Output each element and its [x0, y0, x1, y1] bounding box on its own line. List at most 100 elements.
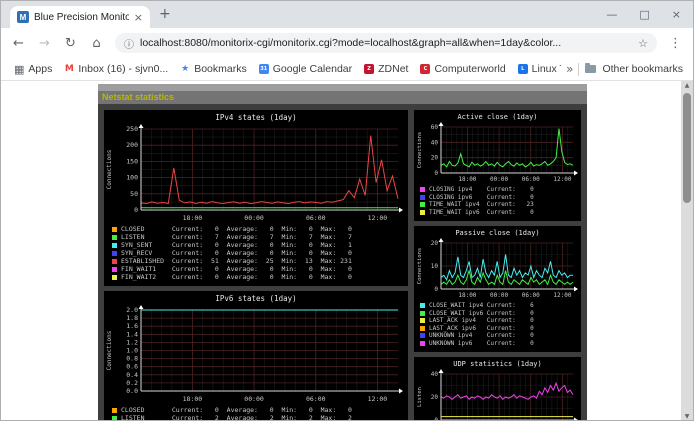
window-close-button[interactable]: ×	[672, 8, 681, 21]
legend-text: FIN_WAIT2 Current: 0 Average: 0 Min: 0 M…	[121, 273, 352, 281]
bookmark-star-icon[interactable]: ☆	[638, 37, 648, 50]
legend-color-swatch	[420, 311, 425, 316]
charts-grid: IPv4 states (1day)05010015020025018:0000…	[98, 104, 587, 421]
legend-text: CLOSING ipv4 Current: 0	[429, 186, 534, 193]
browser-menu-icon[interactable]: ⋮	[668, 36, 683, 51]
chart-panel-passive-close: Passive close (1day)0102018:0000:0006:00…	[414, 226, 581, 352]
legend-color-swatch	[420, 326, 425, 331]
bookmarks-overflow-chevron[interactable]: »	[563, 62, 576, 76]
legend-text: CLOSED Current: 0 Average: 0 Min: 0 Max:…	[121, 225, 352, 233]
bookmark-label: Computerworld	[434, 63, 505, 75]
legend-text: TIME_WAIT ipv4 Current: 23	[429, 201, 534, 208]
svg-text:12:00: 12:00	[368, 395, 388, 403]
bookmark-item[interactable]: ZZDNet	[359, 63, 413, 75]
legend-row: LISTEN Current: 2 Average: 2 Min: 2 Max:…	[112, 414, 408, 421]
bookmark-label: Linux Today	[532, 63, 561, 75]
bookmark-favicon-icon: 31	[259, 64, 269, 74]
svg-text:40: 40	[431, 139, 439, 146]
svg-text:0: 0	[134, 206, 138, 214]
folder-icon	[585, 65, 596, 73]
section-title: Netstat statistics	[102, 92, 174, 102]
chart-title-ipv6-states: IPv6 states (1day)	[104, 291, 408, 304]
svg-text:00:00: 00:00	[490, 176, 508, 183]
apps-label: Apps	[28, 63, 52, 75]
tab-title: Blue Precision Monitorix	[34, 12, 129, 23]
legend-color-swatch	[420, 341, 425, 346]
svg-text:0.0: 0.0	[126, 387, 138, 395]
scrollbar-thumb[interactable]	[683, 93, 691, 203]
svg-text:0.2: 0.2	[126, 379, 138, 387]
reload-button[interactable]: ↻	[63, 36, 78, 51]
home-button[interactable]: ⌂	[89, 36, 104, 51]
legend-row: CLOSE_WAIT ipv4 Current: 6	[420, 302, 581, 310]
bookmark-item[interactable]: ★Bookmarks	[175, 63, 252, 75]
chart-panel-ipv6-states: IPv6 states (1day)0.00.20.40.60.81.01.21…	[104, 291, 408, 421]
bookmark-favicon-icon: ★	[180, 64, 190, 74]
svg-text:18:00: 18:00	[183, 395, 203, 403]
udp-statistics-graph[interactable]: 0204018:0000:0006:0012:00Listen	[414, 369, 581, 421]
legend-row: UNKNOWN ipv4 Current: 0	[420, 332, 581, 340]
svg-text:2.0: 2.0	[126, 306, 138, 314]
legend-text: CLOSE_WAIT ipv6 Current: 0	[429, 310, 534, 317]
forward-button[interactable]: →	[37, 36, 52, 51]
svg-text:200: 200	[126, 141, 138, 149]
window-minimize-button[interactable]: —	[606, 8, 617, 21]
legend-text: SYN_SENT Current: 0 Average: 0 Min: 0 Ma…	[121, 241, 352, 249]
browser-tab[interactable]: M Blue Precision Monitorix ×	[10, 6, 150, 28]
legend-color-swatch	[112, 251, 117, 256]
svg-text:Connections: Connections	[417, 248, 423, 284]
svg-text:1.0: 1.0	[126, 347, 138, 355]
page-viewport: Netstat statistics IPv4 states (1day)050…	[1, 81, 693, 421]
url-text[interactable]: localhost:8080/monitorix-cgi/monitorix.c…	[140, 37, 632, 49]
passive-close-legend: CLOSE_WAIT ipv4 Current: 6CLOSE_WAIT ipv…	[414, 300, 581, 352]
legend-color-swatch	[112, 227, 117, 232]
legend-row: UNKNOWN ipv6 Current: 0	[420, 340, 581, 348]
bookmark-item[interactable]: LLinux Today	[513, 63, 561, 75]
passive-close-graph[interactable]: 0102018:0000:0006:0012:00Connections	[414, 238, 581, 300]
back-button[interactable]: ←	[11, 36, 26, 51]
bookmark-item[interactable]: MInbox (16) - sjvn0...	[59, 63, 173, 75]
tab-strip: M Blue Precision Monitorix × + — □ ×	[1, 1, 693, 28]
bookmark-favicon-icon: Z	[364, 64, 374, 74]
legend-color-swatch	[112, 275, 117, 280]
scroll-up-arrow[interactable]: ▲	[685, 81, 690, 91]
bookmark-item[interactable]: CComputerworld	[415, 63, 510, 75]
svg-text:60: 60	[431, 124, 439, 131]
legend-row: CLOSE_WAIT ipv6 Current: 0	[420, 310, 581, 318]
apps-shortcut[interactable]: ▦ Apps	[9, 63, 57, 76]
svg-text:0.4: 0.4	[126, 371, 138, 379]
legend-row: FIN_WAIT1 Current: 0 Average: 0 Min: 0 M…	[112, 265, 408, 273]
legend-color-swatch	[112, 416, 117, 421]
legend-row: CLOSED Current: 0 Average: 0 Min: 0 Max:…	[112, 225, 408, 233]
legend-color-swatch	[420, 318, 425, 323]
bookmark-label: Inbox (16) - sjvn0...	[78, 63, 168, 75]
legend-text: UNKNOWN ipv6 Current: 0	[429, 340, 534, 347]
other-bookmarks-label[interactable]: Other bookmarks	[602, 63, 683, 75]
ipv6-states-graph[interactable]: 0.00.20.40.60.81.01.21.41.61.82.018:0000…	[104, 304, 408, 404]
new-tab-button[interactable]: +	[159, 6, 171, 22]
legend-text: LISTEN Current: 7 Average: 7 Min: 7 Max:…	[121, 233, 352, 241]
chart-panel-ipv4-states: IPv4 states (1day)05010015020025018:0000…	[104, 110, 408, 286]
active-close-legend: CLOSING ipv4 Current: 0CLOSING ipv6 Curr…	[414, 184, 581, 221]
bookmark-label: Google Calendar	[273, 63, 352, 75]
svg-text:Connections: Connections	[106, 330, 113, 370]
legend-row: CLOSED Current: 0 Average: 0 Min: 0 Max:…	[112, 406, 408, 414]
window-maximize-button[interactable]: □	[639, 8, 649, 21]
ipv4-states-graph[interactable]: 05010015020025018:0000:0006:0012:00Conne…	[104, 123, 408, 223]
bookmark-item[interactable]: 31 Google Calendar	[254, 63, 357, 75]
page-info-icon[interactable]: ⓘ	[124, 36, 134, 51]
tab-close-icon[interactable]: ×	[134, 11, 143, 24]
chart-panel-active-close: Active close (1day)020406018:0000:0006:0…	[414, 110, 581, 221]
legend-text: UNKNOWN ipv4 Current: 0	[429, 332, 534, 339]
legend-row: SYN_SENT Current: 0 Average: 0 Min: 0 Ma…	[112, 241, 408, 249]
section-top-strip	[98, 84, 587, 91]
page-scrollbar[interactable]: ▲ ▼	[681, 81, 693, 421]
address-bar[interactable]: ⓘ localhost:8080/monitorix-cgi/monitorix…	[115, 33, 657, 53]
legend-color-swatch	[420, 210, 425, 215]
legend-color-swatch	[420, 187, 425, 192]
active-close-graph[interactable]: 020406018:0000:0006:0012:00Connections	[414, 122, 581, 184]
legend-text: ESTABLISHED Current: 51 Average: 25 Min:…	[121, 257, 352, 265]
svg-text:150: 150	[126, 157, 138, 165]
svg-text:40: 40	[431, 371, 439, 378]
scroll-down-arrow[interactable]: ▼	[685, 412, 690, 421]
